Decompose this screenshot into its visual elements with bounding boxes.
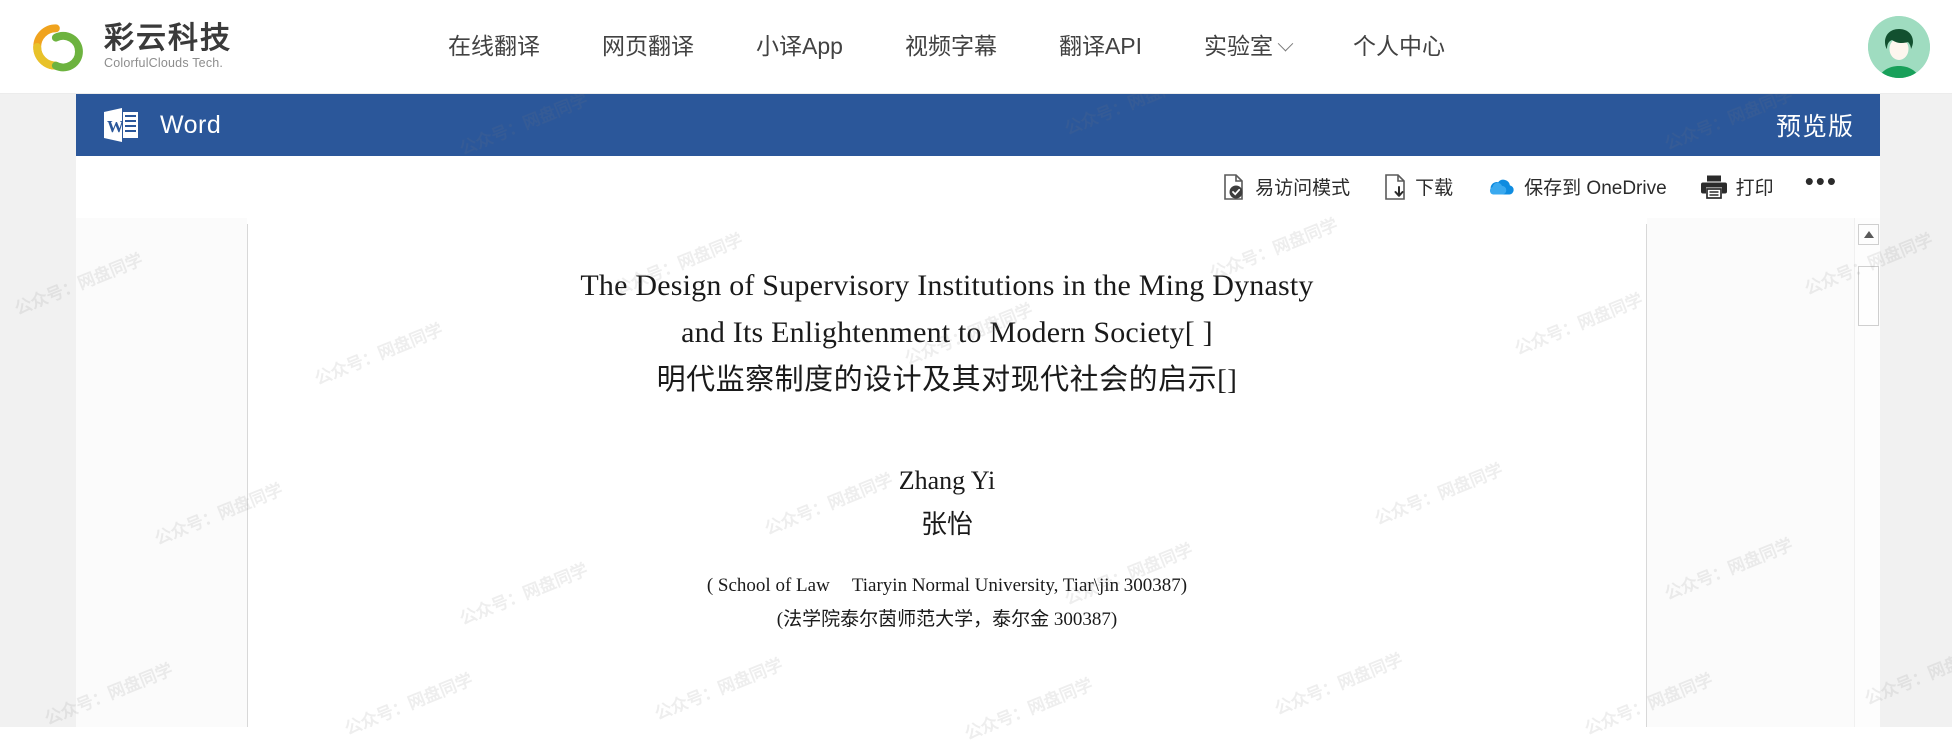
document-title-en-line2: and Its Enlightenment to Modern Society[… bbox=[681, 316, 1213, 349]
word-frame: W Word 预览版 易访问模式 下载 保存到 OneDrive 打印 ••• … bbox=[76, 94, 1880, 727]
colorfulclouds-logo-icon bbox=[33, 23, 83, 71]
nav-item-web-translate[interactable]: 网页翻译 bbox=[571, 35, 725, 58]
svg-text:W: W bbox=[107, 117, 124, 136]
nav-label: 视频字幕 bbox=[904, 33, 997, 59]
document-title-cn: 明代监察制度的设计及其对现代社会的启示[] bbox=[656, 364, 1238, 396]
print-button[interactable]: 打印 bbox=[1684, 167, 1791, 206]
nav-label: 实验室 bbox=[1204, 33, 1274, 59]
nav-label: 个人中心 bbox=[1353, 33, 1446, 59]
nav-item-video-subtitle[interactable]: 视频字幕 bbox=[874, 35, 1028, 58]
affiliation-en-part2: Tiaryin Normal University, Tiar\jin 3003… bbox=[851, 575, 1188, 596]
more-options-button[interactable]: ••• bbox=[1791, 168, 1852, 200]
brand-logo[interactable]: 彩云科技 ColorfulClouds Tech. bbox=[22, 19, 232, 75]
avatar[interactable] bbox=[1868, 15, 1930, 78]
document-affiliation-cn: (法学院泰尔茵师范大学，泰尔金 300387) bbox=[776, 609, 1118, 630]
save-to-onedrive-button[interactable]: 保存到 OneDrive bbox=[1470, 167, 1684, 206]
main-navigation: 在线翻译 网页翻译 小译App 视频字幕 翻译API 实验室 个人中心 bbox=[417, 35, 1476, 58]
nav-label: 小译App bbox=[756, 33, 843, 59]
chevron-down-icon bbox=[1277, 35, 1294, 52]
viewer-right-gutter bbox=[1880, 94, 1952, 727]
document-canvas: The Design of Supervisory Institutions i… bbox=[76, 218, 1880, 727]
download-icon bbox=[1384, 173, 1406, 200]
document-affiliation-en: ( School of Law Tiaryin Normal University… bbox=[248, 569, 1646, 603]
brand-name-en: ColorfulClouds Tech. bbox=[104, 56, 224, 71]
document-canvas-inner: The Design of Supervisory Institutions i… bbox=[76, 218, 1854, 727]
brand-name-cn: 彩云科技 bbox=[104, 21, 232, 55]
document-author-en: Zhang Yi bbox=[898, 466, 996, 495]
nav-item-xiaoyi-app[interactable]: 小译App bbox=[725, 35, 874, 58]
document-left-margin-area bbox=[76, 218, 247, 727]
nav-label: 在线翻译 bbox=[448, 33, 540, 59]
accessibility-mode-button[interactable]: 易访问模式 bbox=[1205, 167, 1367, 206]
word-app-title: Word bbox=[160, 110, 222, 139]
word-toolbar: 易访问模式 下载 保存到 OneDrive 打印 ••• bbox=[76, 156, 1880, 218]
word-titlebar: W Word 预览版 bbox=[76, 94, 1880, 156]
site-header: 彩云科技 ColorfulClouds Tech. 在线翻译 网页翻译 小译Ap… bbox=[0, 0, 1952, 94]
toolbar-label: 保存到 OneDrive bbox=[1524, 178, 1667, 199]
toolbar-label: 下载 bbox=[1415, 178, 1454, 199]
nav-label: 网页翻译 bbox=[602, 33, 694, 59]
nav-label: 翻译API bbox=[1058, 33, 1143, 59]
avatar-icon bbox=[1868, 15, 1930, 78]
nav-item-translate-api[interactable]: 翻译API bbox=[1028, 35, 1173, 58]
nav-item-user-center[interactable]: 个人中心 bbox=[1322, 35, 1476, 58]
scrollbar-thumb[interactable] bbox=[1858, 266, 1879, 326]
onedrive-cloud-icon bbox=[1487, 177, 1515, 197]
scroll-up-arrow-icon[interactable] bbox=[1858, 224, 1879, 245]
word-viewer: W Word 预览版 易访问模式 下载 保存到 OneDrive 打印 ••• … bbox=[0, 94, 1952, 727]
printer-icon bbox=[1700, 174, 1727, 199]
document-page: The Design of Supervisory Institutions i… bbox=[247, 224, 1647, 727]
download-button[interactable]: 下载 bbox=[1367, 167, 1470, 206]
accessibility-mode-icon bbox=[1222, 173, 1246, 200]
document-right-margin-area bbox=[1647, 218, 1854, 727]
nav-item-lab[interactable]: 实验室 bbox=[1173, 35, 1322, 58]
nav-item-online-translate[interactable]: 在线翻译 bbox=[417, 35, 571, 58]
preview-version-badge[interactable]: 预览版 bbox=[1776, 107, 1854, 143]
viewer-left-gutter bbox=[0, 94, 76, 727]
word-app-icon: W bbox=[104, 108, 138, 142]
document-scrollbar[interactable] bbox=[1854, 218, 1880, 727]
affiliation-en-part1: ( School of Law bbox=[706, 575, 830, 596]
toolbar-label: 打印 bbox=[1735, 178, 1774, 199]
document-title-en-line1: The Design of Supervisory Institutions i… bbox=[580, 269, 1314, 302]
toolbar-label: 易访问模式 bbox=[1255, 178, 1351, 199]
document-author-cn: 张怡 bbox=[920, 510, 973, 539]
